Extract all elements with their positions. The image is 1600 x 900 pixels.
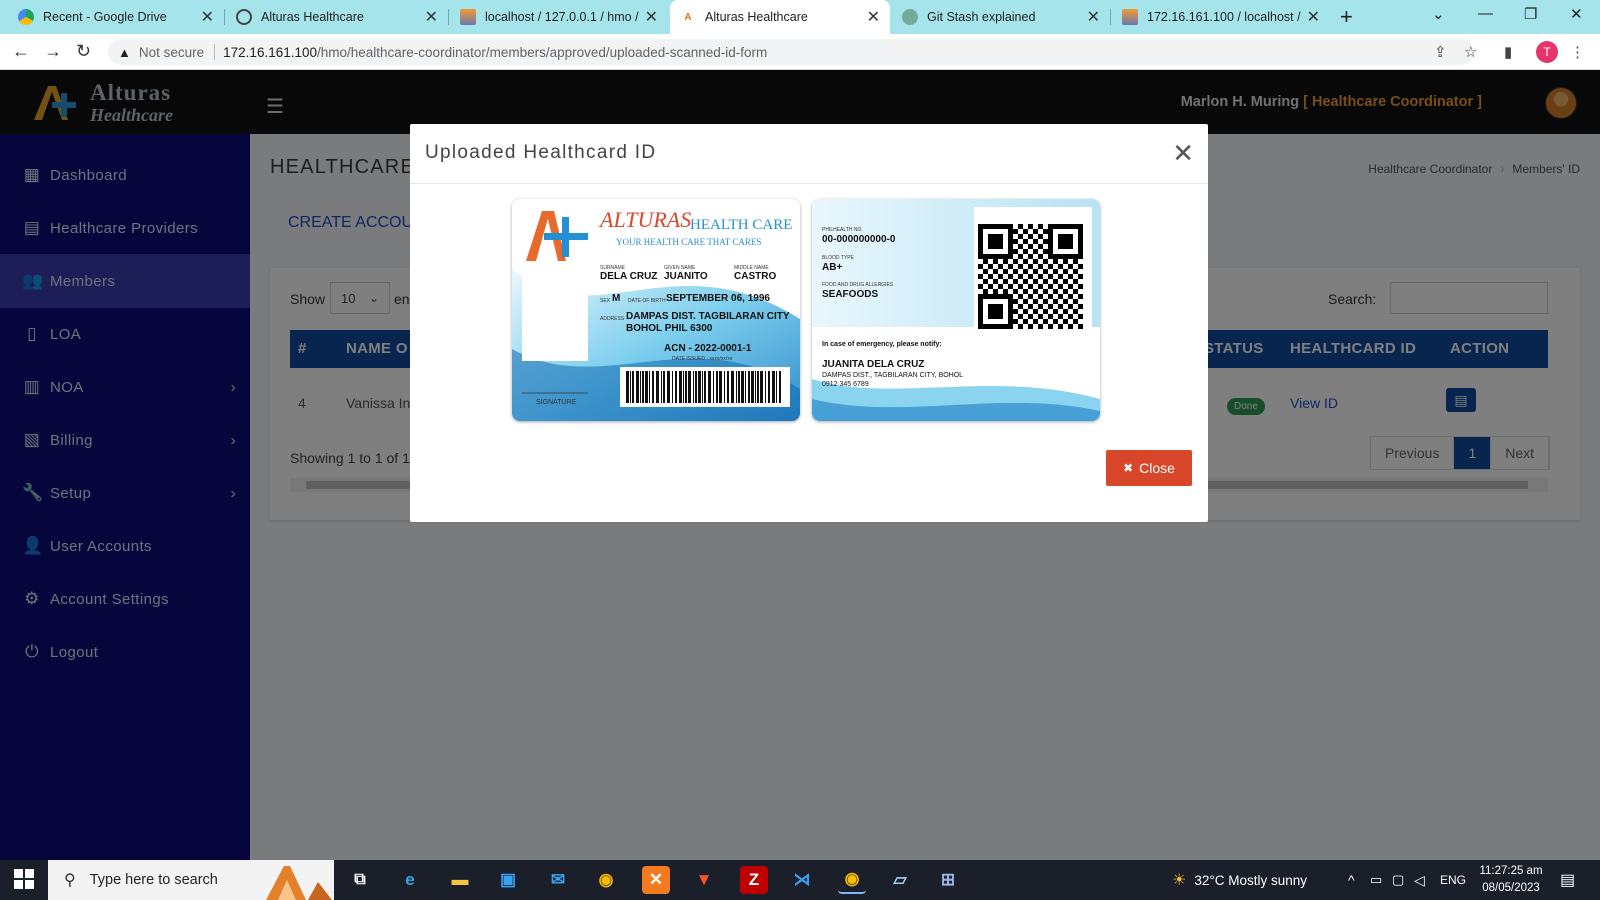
emergency-contact-phone: 0912 345 6789 — [822, 381, 869, 388]
mail-icon[interactable]: ✉ — [544, 866, 572, 894]
windows-taskbar: ⚲ Type here to search ⧉ e ▬ ▣ ✉ ◉ ✕ ▼ Z … — [0, 860, 1600, 900]
emergency-label: In case of emergency, please notify: — [822, 341, 942, 348]
alturas-favicon: A — [684, 11, 692, 23]
windows-start-icon[interactable] — [14, 869, 34, 889]
barcode-image — [626, 371, 781, 403]
card-middle-name: CASTRO — [734, 271, 777, 282]
brave-icon[interactable]: ▼ — [690, 866, 718, 894]
signature-label: SIGNATURE — [536, 399, 577, 406]
modal-header: Uploaded Healthcard ID ✕ — [410, 124, 1208, 184]
weather-widget[interactable]: ☀ 32°C Mostly sunny — [1172, 860, 1307, 900]
card-sex: M — [612, 293, 621, 304]
minimize-icon[interactable]: — — [1478, 5, 1493, 22]
bookmark-star-icon[interactable]: ☆ — [1464, 43, 1477, 61]
browser-tab[interactable]: Git Stash explained ✕ — [892, 0, 1111, 34]
close-icon[interactable]: ✕ — [1172, 138, 1194, 169]
card-address-1: DAMPAS DIST. TAGBILARAN CITY — [626, 311, 790, 322]
chatgpt-icon — [902, 9, 918, 25]
browser-tab[interactable]: localhost / 127.0.0.1 / hmo / d ✕ — [450, 0, 668, 34]
close-tab-icon[interactable]: ✕ — [867, 7, 880, 27]
tab-search-icon[interactable]: ⌄ — [1432, 5, 1445, 23]
healthcard-back: PHILHEALTH NO. 00-000000000-0 BLOOD TYPE… — [812, 199, 1100, 421]
store-icon[interactable]: ▣ — [494, 866, 522, 894]
back-icon[interactable]: ← — [12, 41, 30, 62]
card-given-name: JUANITO — [664, 271, 708, 282]
notepad-icon[interactable]: ▱ — [886, 866, 914, 894]
close-tab-icon[interactable]: ✕ — [645, 7, 658, 27]
phpmyadmin-icon — [1122, 9, 1138, 25]
healthcard-images: ALTURAS HEALTH CARE YOUR HEALTH CARE THA… — [512, 199, 1102, 421]
chrome-active-icon[interactable]: ◉ — [838, 866, 866, 894]
close-window-icon[interactable]: ✕ — [1570, 5, 1583, 23]
reload-icon[interactable]: ↻ — [76, 41, 91, 62]
browser-tab[interactable]: Alturas Healthcare ✕ — [226, 0, 449, 34]
url-path: /hmo/healthcare-coordinator/members/appr… — [317, 44, 768, 60]
forward-icon[interactable]: → — [44, 41, 62, 62]
xampp-icon[interactable]: ✕ — [642, 866, 670, 894]
close-tab-icon[interactable]: ✕ — [201, 7, 214, 27]
url-host: 172.16.161.100 — [223, 44, 317, 60]
network-app-icon[interactable]: ⊞ — [934, 866, 962, 894]
browser-tab-bar: Recent - Google Drive ✕ Alturas Healthca… — [0, 0, 1600, 34]
profile-avatar[interactable]: T — [1536, 41, 1558, 63]
google-drive-icon — [18, 9, 34, 25]
warning-icon: ▲ — [118, 44, 131, 60]
taskbar-clock[interactable]: 11:27:25 am 08/05/2023 — [1474, 863, 1548, 897]
menu-kebab-icon[interactable]: ⋮ — [1570, 43, 1585, 61]
card-brand-2: HEALTH CARE — [690, 217, 793, 233]
notifications-icon[interactable]: ▤ — [1560, 860, 1575, 900]
close-tab-icon[interactable]: ✕ — [1307, 7, 1320, 27]
restore-icon[interactable]: ❐ — [1524, 5, 1537, 23]
card-dob: SEPTEMBER 06, 1996 — [666, 293, 770, 304]
card-surname: DELA CRUZ — [600, 271, 658, 282]
globe-icon — [236, 9, 252, 25]
modal-title: Uploaded Healthcard ID — [425, 142, 657, 163]
filezilla-icon[interactable]: Z — [740, 866, 768, 894]
sun-icon: ☀ — [1172, 872, 1187, 889]
browser-tab-active[interactable]: A Alturas Healthcare ✕ — [670, 0, 890, 34]
search-highlight-art — [266, 866, 332, 900]
card-tagline: YOUR HEALTH CARE THAT CARES — [616, 237, 762, 247]
card-brand: ALTURAS — [600, 207, 692, 232]
file-explorer-icon[interactable]: ▬ — [446, 866, 474, 894]
volume-icon[interactable]: ◁ — [1414, 860, 1425, 900]
browser-tab[interactable]: 172.16.161.100 / localhost / h ✕ — [1112, 0, 1330, 34]
vscode-icon[interactable]: ⋊ — [788, 866, 816, 894]
tray-chevron-icon[interactable]: ^ — [1348, 860, 1355, 900]
chrome-icon[interactable]: ◉ — [592, 866, 620, 894]
side-panel-icon[interactable]: ▮ — [1504, 43, 1512, 61]
phpmyadmin-icon — [460, 9, 476, 25]
task-view-icon[interactable]: ⧉ — [346, 866, 374, 894]
new-tab-icon[interactable]: + — [1340, 4, 1353, 30]
card-address-2: BOHOL PHIL 6300 — [626, 323, 713, 334]
qr-code-image — [978, 224, 1083, 329]
network-icon[interactable]: ▢ — [1392, 860, 1404, 900]
search-icon: ⚲ — [64, 872, 76, 889]
healthcard-modal: Uploaded Healthcard ID ✕ ALTURAS HEALTH … — [410, 124, 1208, 522]
card-allergies: SEAFOODS — [822, 289, 879, 300]
emergency-contact-address: DAMPAS DIST., TAGBILARAN CITY, BOHOL — [822, 372, 964, 379]
card-acn: ACN - 2022-0001-1 — [664, 343, 752, 354]
meet-now-icon[interactable]: ▭ — [1370, 860, 1382, 900]
modal-close-button[interactable]: ✖ Close — [1106, 450, 1192, 486]
healthcard-front: ALTURAS HEALTH CARE YOUR HEALTH CARE THA… — [512, 199, 800, 421]
card-blood-type: AB+ — [822, 262, 843, 273]
edge-icon[interactable]: e — [396, 866, 424, 894]
card-philhealth: 00-000000000-0 — [822, 234, 896, 245]
url-field[interactable]: ▲ Not secure 172.16.161.100 /hmo/healthc… — [108, 39, 1474, 65]
browser-tab[interactable]: Recent - Google Drive ✕ — [8, 0, 225, 34]
language-indicator[interactable]: ENG — [1440, 860, 1466, 900]
emergency-contact-name: JUANITA DELA CRUZ — [822, 359, 925, 370]
share-icon[interactable]: ⇪ — [1434, 43, 1447, 61]
address-bar-row: ← → ↻ ▲ Not secure 172.16.161.100 /hmo/h… — [0, 34, 1600, 70]
close-square-icon: ✖ — [1123, 461, 1134, 475]
close-tab-icon[interactable]: ✕ — [425, 7, 438, 27]
close-tab-icon[interactable]: ✕ — [1087, 7, 1100, 27]
